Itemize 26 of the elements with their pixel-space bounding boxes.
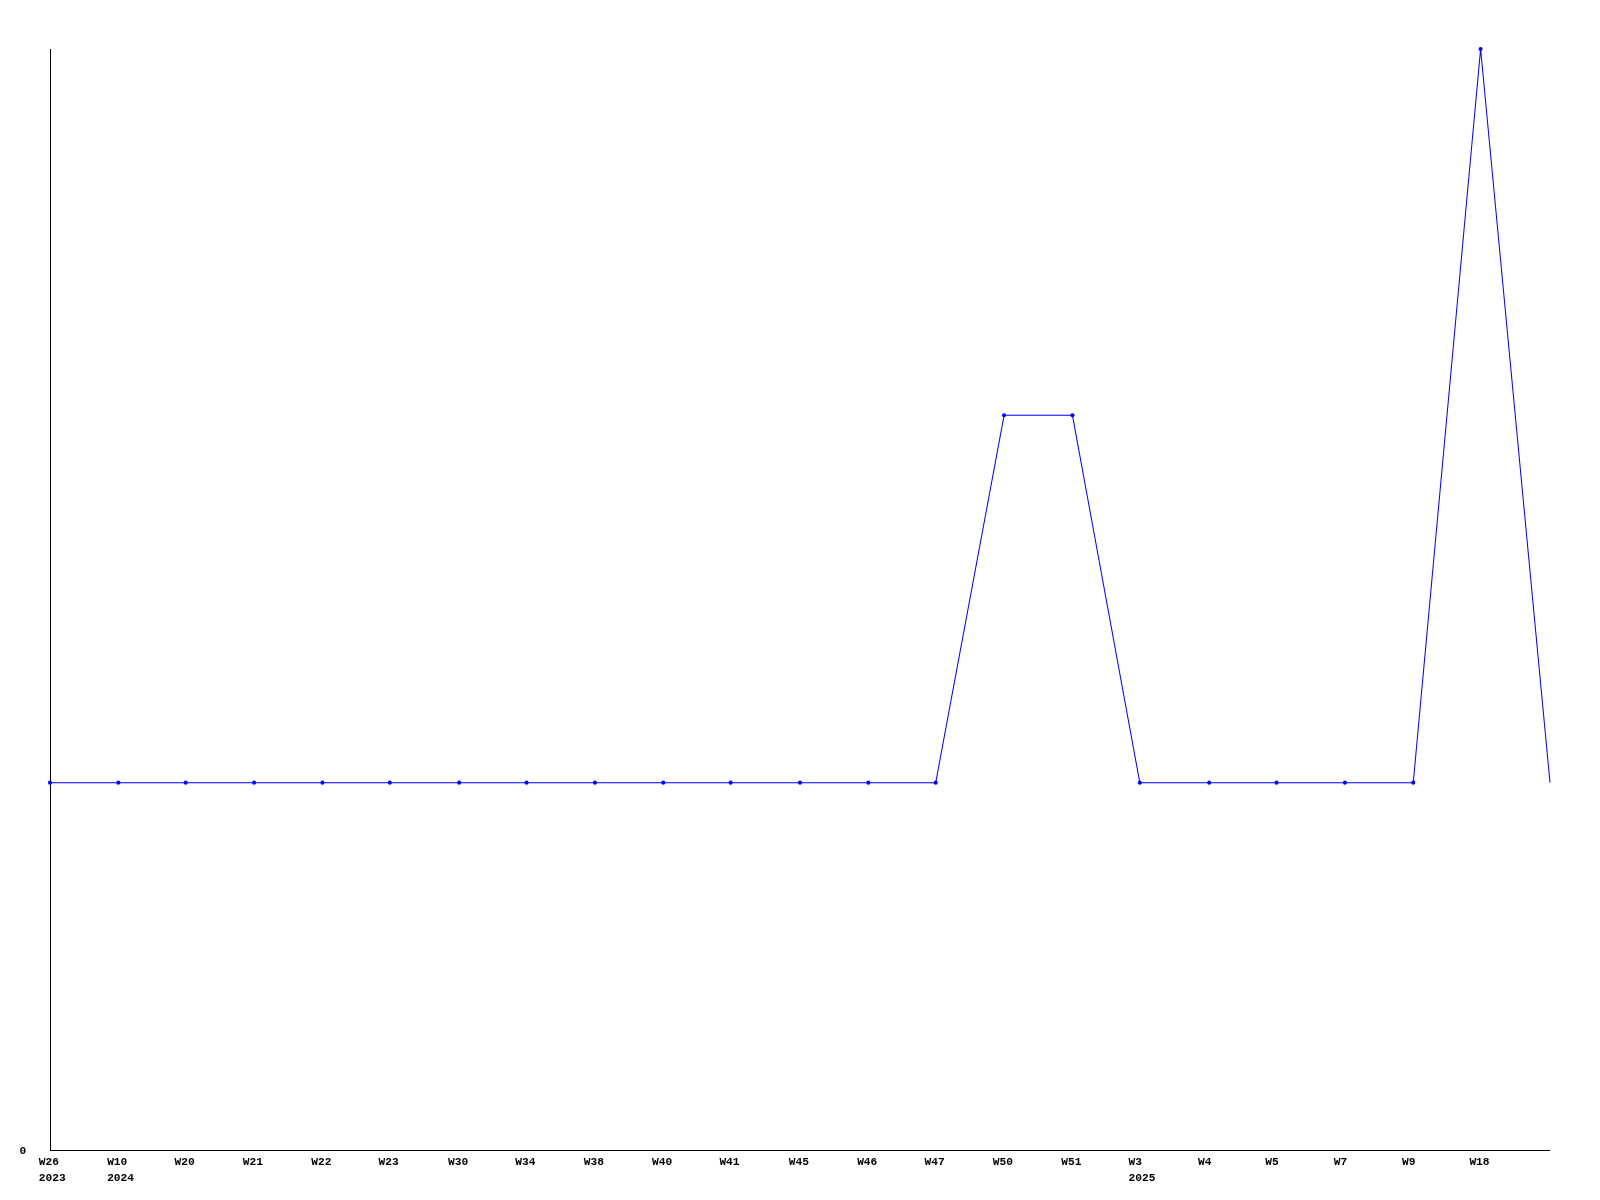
x-axis-label: W9 — [1402, 1156, 1416, 1169]
x-axis-label: W40 — [652, 1156, 673, 1169]
x-axis-label: W51 — [1061, 1156, 1082, 1169]
x-axis-label: W5 — [1265, 1156, 1279, 1169]
y-axis-label: 0 — [19, 1145, 27, 1158]
x-axis-label: W7 — [1333, 1156, 1348, 1169]
x-axis-label: W47 — [924, 1156, 945, 1169]
x-axis-label: W3 — [1128, 1156, 1143, 1169]
x-axis-label: W41 — [719, 1156, 740, 1169]
x-axis-label: W22 — [311, 1156, 332, 1169]
year-label: 2023 — [38, 1171, 66, 1184]
x-axis-label: W38 — [583, 1156, 604, 1169]
x-axis-label: W20 — [174, 1156, 195, 1169]
x-axis-label: W46 — [857, 1156, 878, 1169]
x-axis-label: W26 — [38, 1156, 59, 1169]
x-axis-label: W10 — [107, 1156, 128, 1169]
year-label: 2025 — [1128, 1171, 1156, 1184]
x-axis-label: W18 — [1469, 1156, 1490, 1169]
x-axis-label: W34 — [515, 1156, 536, 1169]
x-axis-label: W50 — [992, 1156, 1014, 1169]
year-label: 2024 — [107, 1171, 135, 1184]
x-axis-label: W21 — [242, 1156, 264, 1169]
x-axis-label: W45 — [788, 1156, 809, 1169]
x-axis-label: W4 — [1197, 1156, 1212, 1169]
x-axis-label: W30 — [447, 1156, 469, 1169]
x-axis-label: W23 — [378, 1156, 399, 1169]
